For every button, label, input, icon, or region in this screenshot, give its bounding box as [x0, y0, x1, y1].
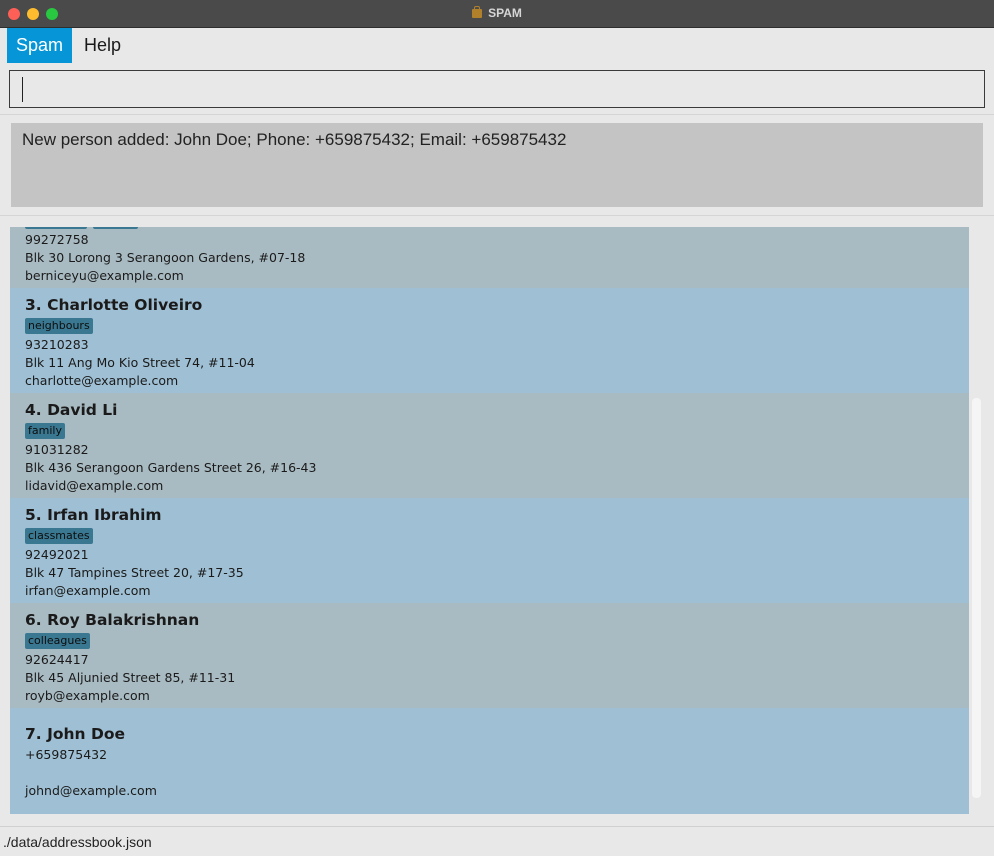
- tag-fragment: [93, 227, 138, 229]
- list-scrollbar[interactable]: [972, 398, 981, 798]
- menu-spam[interactable]: Spam: [7, 28, 73, 63]
- person-phone: 92492021: [25, 547, 89, 562]
- person-email: royb@example.com: [25, 688, 150, 703]
- person-name: 7. John Doe: [25, 725, 125, 743]
- command-box[interactable]: [9, 70, 985, 108]
- person-email: irfan@example.com: [25, 583, 151, 598]
- divider: [0, 114, 994, 115]
- person-phone: 92624417: [25, 652, 89, 667]
- person-phone: 91031282: [25, 442, 89, 457]
- person-name: 6. Roy Balakrishnan: [25, 611, 200, 629]
- lock-icon: [472, 6, 483, 18]
- window-title-text: SPAM: [488, 6, 522, 20]
- person-email: berniceyu@example.com: [25, 268, 184, 283]
- divider: [0, 215, 994, 216]
- person-tag: colleagues: [25, 633, 90, 649]
- person-address: Blk 11 Ang Mo Kio Street 74, #11-04: [25, 355, 255, 370]
- person-email: charlotte@example.com: [25, 373, 179, 388]
- person-tag: neighbours: [25, 318, 93, 334]
- person-address: Blk 30 Lorong 3 Serangoon Gardens, #07-1…: [25, 250, 306, 265]
- person-card[interactable]: 7. John Doe +659875432 johnd@example.com: [10, 708, 969, 814]
- text-caret: [22, 77, 23, 102]
- person-name: 4. David Li: [25, 401, 118, 419]
- person-email: johnd@example.com: [25, 783, 157, 798]
- person-list[interactable]: 99272758 Blk 30 Lorong 3 Serangoon Garde…: [10, 227, 969, 814]
- command-input[interactable]: [10, 71, 984, 107]
- save-location: ./data/addressbook.json: [3, 834, 152, 850]
- person-address: Blk 45 Aljunied Street 85, #11-31: [25, 670, 236, 685]
- person-name: 3. Charlotte Oliveiro: [25, 296, 203, 314]
- person-address: Blk 436 Serangoon Gardens Street 26, #16…: [25, 460, 317, 475]
- person-tag: family: [25, 423, 65, 439]
- status-bar: ./data/addressbook.json: [0, 826, 994, 856]
- person-card[interactable]: 99272758 Blk 30 Lorong 3 Serangoon Garde…: [10, 227, 969, 288]
- window-title: SPAM: [0, 6, 994, 20]
- person-card[interactable]: 3. Charlotte Oliveiro neighbours 9321028…: [10, 288, 969, 393]
- title-bar: SPAM: [0, 0, 994, 28]
- person-name: 5. Irfan Ibrahim: [25, 506, 162, 524]
- menu-help[interactable]: Help: [75, 28, 130, 63]
- person-card[interactable]: 5. Irfan Ibrahim classmates 92492021 Blk…: [10, 498, 969, 603]
- person-card[interactable]: 4. David Li family 91031282 Blk 436 Sera…: [10, 393, 969, 498]
- person-tag: classmates: [25, 528, 93, 544]
- person-address: Blk 47 Tampines Street 20, #17-35: [25, 565, 244, 580]
- tag-fragment: [25, 227, 87, 229]
- person-phone: 99272758: [25, 232, 89, 247]
- result-message: New person added: John Doe; Phone: +6598…: [22, 130, 567, 149]
- person-phone: 93210283: [25, 337, 89, 352]
- person-card[interactable]: 6. Roy Balakrishnan colleagues 92624417 …: [10, 603, 969, 708]
- menu-bar: Spam Help: [0, 28, 994, 64]
- result-display: New person added: John Doe; Phone: +6598…: [11, 123, 983, 207]
- person-phone: +659875432: [25, 747, 108, 762]
- app-window: SPAM Spam Help New person added: John Do…: [0, 0, 994, 856]
- person-email: lidavid@example.com: [25, 478, 164, 493]
